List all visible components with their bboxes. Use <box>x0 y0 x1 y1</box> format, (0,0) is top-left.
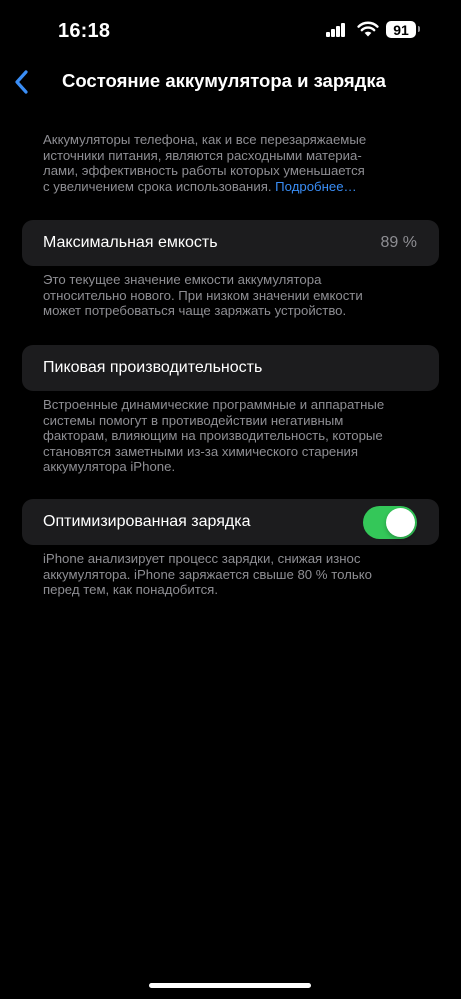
intro-line-last: с увеличением срока использования. Подро… <box>43 179 433 195</box>
note-line: аккумулятора. iPhone заряжается свыше 80… <box>43 566 372 582</box>
intro-line: Аккумуляторы телефона, как и все перезар… <box>43 132 367 147</box>
note-line: относительно нового. При низком значении… <box>43 287 363 303</box>
note-line: становятся заметными из-за химического с… <box>43 443 359 459</box>
signal-icon <box>326 23 346 37</box>
page-title: Состояние аккумулятора и зарядка <box>62 70 386 91</box>
optimized-charging-toggle[interactable] <box>363 506 417 539</box>
note-line: перед тем, как понадобится. <box>43 582 218 598</box>
note-line: Это текущее значение емкости аккумулятор… <box>43 272 322 287</box>
intro-line: источники питания, являются расходными м… <box>43 147 362 163</box>
toggle-knob <box>386 508 415 537</box>
chevron-left-icon[interactable] <box>12 68 32 96</box>
learn-more-link[interactable]: Подробнее… <box>275 179 357 194</box>
peak-performance-label: Пиковая производительность <box>43 359 263 376</box>
note-line: аккумулятора iPhone. <box>43 459 176 475</box>
note-line: Встроенные динамические программные и ап… <box>43 397 385 412</box>
wifi-icon <box>357 21 379 37</box>
optimized-charging-label: Оптимизированная зарядка <box>43 513 251 530</box>
intro-line: лами, эффективность работы которых умень… <box>43 163 365 179</box>
peak-performance-note: Встроенные динамические программные и ап… <box>43 397 433 475</box>
max-capacity-note: Это текущее значение емкости аккумулятор… <box>43 272 433 319</box>
note-line: факторам, влияющим на производительность… <box>43 428 383 444</box>
battery-icon: 91 <box>386 21 416 38</box>
intro-text: Аккумуляторы телефона, как и все перезар… <box>43 132 433 194</box>
note-line: системы помогут в противодействии негати… <box>43 412 344 428</box>
optimized-charging-note: iPhone анализирует процесс зарядки, сниж… <box>43 551 433 598</box>
intro-line: с увеличением срока использования. <box>43 178 272 194</box>
battery-level: 91 <box>393 21 409 38</box>
home-indicator[interactable] <box>149 983 311 988</box>
max-capacity-label: Максимальная емкость <box>43 234 218 251</box>
note-line: может потребоваться чаще заряжать устрой… <box>43 303 347 319</box>
battery-nub <box>418 26 420 32</box>
max-capacity-value: 89 % <box>380 234 417 251</box>
note-line: iPhone анализирует процесс зарядки, сниж… <box>43 551 361 566</box>
status-time: 16:18 <box>58 20 111 42</box>
